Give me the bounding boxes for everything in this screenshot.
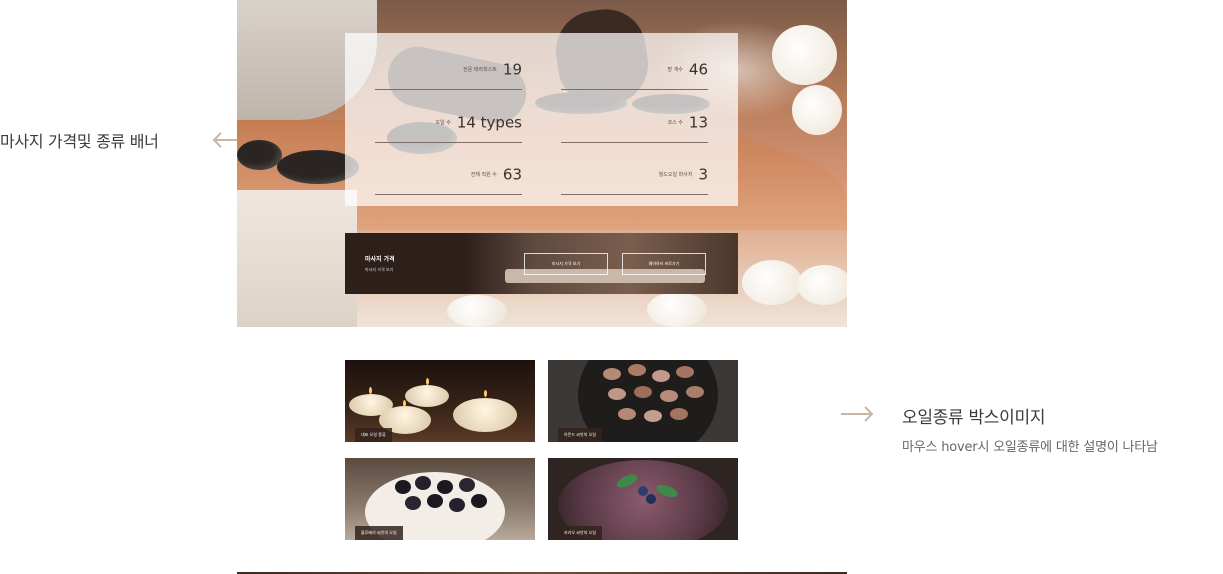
flame [426,378,429,385]
annotation-banner-label: 마사지 가격및 종류 배너 [0,132,159,151]
almond [660,390,678,402]
almond [618,408,636,420]
stat-value: 3 [698,165,708,184]
arrow-right-icon [841,406,874,422]
berry [415,476,431,490]
view-price-button[interactable]: 마사지 가격 보기 [524,253,608,275]
hot-stone [237,140,282,170]
flame [403,400,406,407]
stat-therapists: 전문 테라피스트 19 [375,59,522,90]
flame [369,387,372,394]
almond [676,366,694,378]
annotation-oil-title: 오일종류 박스이미지 [902,408,1046,428]
berry [459,478,475,492]
flower [772,25,837,85]
berry [395,480,411,494]
stat-value: 19 [502,60,522,79]
stat-oils: 오일 수 14 types [375,112,522,143]
flame [484,390,487,397]
candle [453,398,517,432]
annotation-oil-description: 마우스 hover시 오일종류에 대한 설명이 나타남 [902,440,1158,455]
almond [603,368,621,380]
stat-value: 14 types [456,113,522,132]
price-bar: 마사지 가격 마사지 가격 보기 마사지 가격 보기 예약하러 바로가기 [345,233,738,294]
oil-box-blueberry[interactable]: 블루베리 씨앗의 오일 [345,458,535,540]
stat-value: 63 [502,165,522,184]
flower [742,260,802,305]
price-bar-subtitle: 마사지 가격 보기 [365,267,394,272]
oil-caption: 대표 오일 종류 [355,428,392,442]
almond [628,364,646,376]
flower [647,292,707,327]
berry [437,480,453,494]
stat-world-oil: 월드오일 마사지 3 [561,164,708,195]
flower [447,295,507,327]
oil-caption: 블루베리 씨앗의 오일 [355,526,403,540]
massage-price-banner: 전문 테라피스트 19 방 개수 46 오일 수 14 types 코스 수 13 전체… [237,0,847,327]
stat-rooms: 방 개수 46 [561,59,708,90]
stat-courses: 코스 수 13 [561,112,708,143]
stats-overlay: 전문 테라피스트 19 방 개수 46 오일 수 14 types 코스 수 13 전체… [345,33,738,206]
stat-value: 46 [688,60,708,79]
almond [652,370,670,382]
almond [644,410,662,422]
stat-staff: 전체 직원 수 63 [375,164,522,195]
hero-towel-bottom [237,190,357,327]
berry [646,494,656,504]
berry [471,494,487,508]
stat-label: 오일 수 [435,120,451,126]
almond [686,386,704,398]
berry [427,494,443,508]
flower [797,265,847,305]
stat-value: 13 [688,113,708,132]
almond [608,388,626,400]
candle [405,385,449,407]
stat-label: 방 개수 [667,67,683,73]
berry [449,498,465,512]
oil-caption: 아몬드 씨앗의 오일 [558,428,602,442]
almond [634,386,652,398]
stat-label: 전문 테라피스트 [463,67,497,73]
stat-label: 월드오일 마사지 [658,172,693,178]
reservation-button[interactable]: 예약하러 바로가기 [622,253,706,275]
oil-box-cacao[interactable]: 카카오 씨앗의 오일 [548,458,738,540]
flower [792,85,842,135]
oil-caption: 카카오 씨앗의 오일 [558,526,602,540]
oil-box-candles[interactable]: 대표 오일 종류 [345,360,535,442]
stat-label: 전체 직원 수 [470,172,497,178]
oil-box-almond[interactable]: 아몬드 씨앗의 오일 [548,360,738,442]
almond [670,408,688,420]
stat-label: 코스 수 [667,120,683,126]
berry [405,496,421,510]
price-bar-title: 마사지 가격 [365,256,395,263]
